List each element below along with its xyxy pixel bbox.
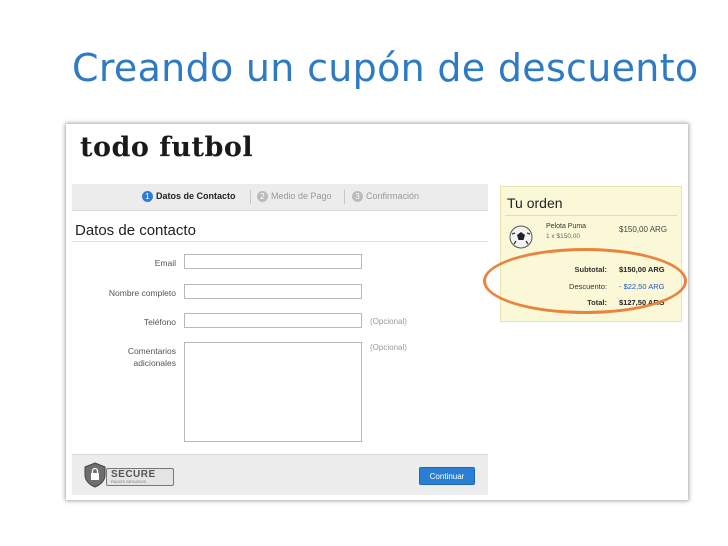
highlight-ellipse	[483, 248, 687, 314]
step-divider	[250, 190, 251, 204]
section-title: Datos de contacto	[75, 222, 196, 239]
step-payment[interactable]: 2 Medio de Pago	[257, 191, 332, 202]
step-divider	[344, 190, 345, 204]
step-number: 2	[257, 191, 268, 202]
step-contact[interactable]: 1 Datos de Contacto	[142, 191, 236, 202]
section-divider	[72, 241, 488, 242]
phone-optional-hint: (Opcional)	[370, 317, 407, 326]
soccer-ball-icon	[509, 225, 533, 249]
product-quantity: 1 x $150,00	[546, 233, 580, 240]
step-label: Datos de Contacto	[156, 191, 236, 201]
email-label: Email	[154, 258, 176, 268]
phone-field[interactable]	[184, 313, 362, 328]
product-price: $150,00 ARG	[619, 225, 668, 234]
step-label: Medio de Pago	[271, 191, 332, 201]
phone-label: Teléfono	[143, 317, 176, 327]
store-logo: todo futbol	[80, 132, 254, 163]
secure-badge: SECURE PAGOS SEGUROS	[84, 462, 174, 488]
comments-label-line: adicionales	[133, 358, 176, 368]
comments-textarea[interactable]	[184, 342, 362, 442]
secure-label-box: SECURE PAGOS SEGUROS	[106, 468, 174, 486]
checkout-steps: 1 Datos de Contacto 2 Medio de Pago 3 Confi…	[72, 184, 488, 211]
shield-lock-icon	[84, 462, 106, 488]
order-title: Tu orden	[507, 195, 563, 211]
step-number: 1	[142, 191, 153, 202]
secure-subtext: PAGOS SEGUROS	[111, 479, 147, 484]
slide-title: Creando un cupón de descuento	[72, 46, 699, 90]
comments-label: Comentarios adicionales	[66, 346, 176, 368]
comments-label-line: Comentarios	[127, 346, 176, 356]
form-footer: SECURE PAGOS SEGUROS Continuar	[72, 454, 488, 495]
name-label: Nombre completo	[108, 288, 176, 298]
product-name: Pelota Puma	[546, 223, 587, 230]
comments-optional-hint: (Opcional)	[370, 343, 407, 352]
full-name-field[interactable]	[184, 284, 362, 299]
email-field[interactable]	[184, 254, 362, 269]
step-confirmation[interactable]: 3 Confirmación	[352, 191, 419, 202]
continue-button[interactable]: Continuar	[419, 467, 475, 485]
step-label: Confirmación	[366, 191, 420, 201]
step-number: 3	[352, 191, 363, 202]
order-divider	[505, 215, 677, 216]
